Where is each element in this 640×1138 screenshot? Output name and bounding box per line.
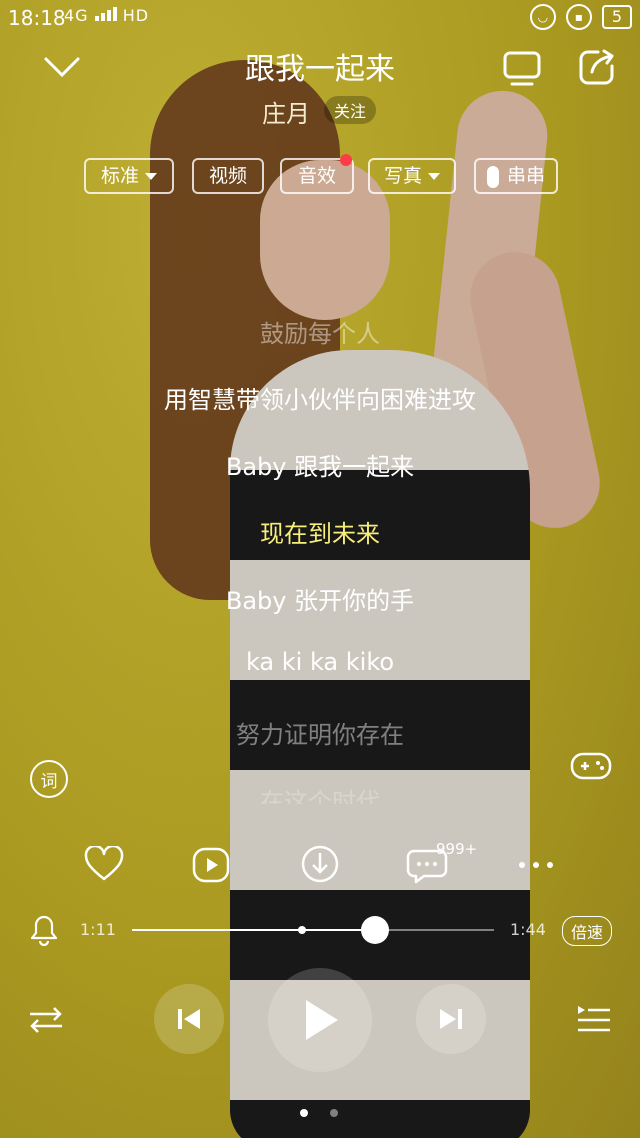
download-icon[interactable] [300,844,340,884]
app-notification-icon: ◡ [529,4,556,30]
alarm-bell-icon[interactable] [30,914,58,946]
notification-dot [340,154,352,166]
status-bar: 18:18 4G HD ◡ ▪ 5 [0,0,640,34]
lyric-line[interactable]: 鼓励每个人 [0,314,640,349]
chuanchuan-button[interactable]: 串串 [474,158,558,194]
progress-thumb[interactable] [360,916,389,944]
photo-mode-label: 写真 [383,165,422,187]
signal-indicator: 4G HD [64,6,149,25]
skip-previous-icon [178,1009,200,1029]
lyric-line[interactable]: 在这个时代 [0,782,640,804]
sound-effect-label: 音效 [297,165,336,187]
page-indicator-dot [330,1109,338,1117]
previous-track-button[interactable] [154,984,224,1054]
photo-mode-dropdown[interactable]: 写真 [368,158,456,194]
more-options-icon[interactable] [518,860,554,870]
comment-count-badge: 999+ [436,840,478,858]
hd-indicator: HD [122,6,150,25]
share-icon[interactable] [578,48,616,86]
lyric-line[interactable]: 努力证明你存在 [0,715,640,750]
shuffle-mode-icon[interactable] [28,1004,64,1036]
page-indicator-dot [300,1109,308,1117]
video-label: 视频 [208,165,247,187]
lock-icon: ▪ [565,4,592,30]
caret-down-icon [428,173,440,180]
progress-fill [132,929,375,931]
mode-chip-bar: 标准 视频 音效 写真 串串 [0,158,640,194]
current-time: 1:11 [80,920,116,939]
artist-name[interactable]: 庄月 [262,94,310,129]
lyrics-toggle-button[interactable]: 词 [30,760,68,798]
video-button[interactable]: 视频 [192,158,264,194]
lyric-line[interactable]: Baby 跟我一起来 [0,447,640,482]
lyric-line-current[interactable]: 现在到未来 [0,514,640,549]
network-type: 4G [64,6,89,25]
playback-speed-button[interactable]: 倍速 [562,916,613,946]
follow-button[interactable]: 关注 [324,96,377,124]
lyrics-toggle-label: 词 [40,771,58,792]
play-icon [306,1000,338,1040]
quality-label: 标准 [100,165,139,187]
playlist-icon[interactable] [576,1004,612,1034]
caret-down-icon [145,173,157,180]
next-track-button[interactable] [416,984,486,1054]
game-controller-icon[interactable] [570,750,612,782]
song-title: 跟我一起来 [245,52,395,87]
mv-play-icon[interactable] [192,846,230,884]
signal-icon [94,7,117,21]
skip-next-icon [440,1009,462,1029]
quality-dropdown[interactable]: 标准 [84,158,174,194]
battery-indicator: 5 [601,5,632,29]
progress-track[interactable] [132,929,494,931]
pill-icon [486,165,499,188]
tv-cast-icon[interactable] [502,50,542,88]
lyric-line[interactable]: 用智慧带领小伙伴向困难进攻 [0,380,640,415]
lyric-line[interactable]: Baby 张开你的手 [0,581,640,616]
play-button[interactable] [268,968,372,1072]
like-heart-icon[interactable] [84,846,124,882]
status-time: 18:18 [8,6,66,30]
lyric-line[interactable]: ka ki ka kiko [0,648,640,676]
total-time: 1:44 [510,920,546,939]
chuanchuan-label: 串串 [506,165,545,187]
